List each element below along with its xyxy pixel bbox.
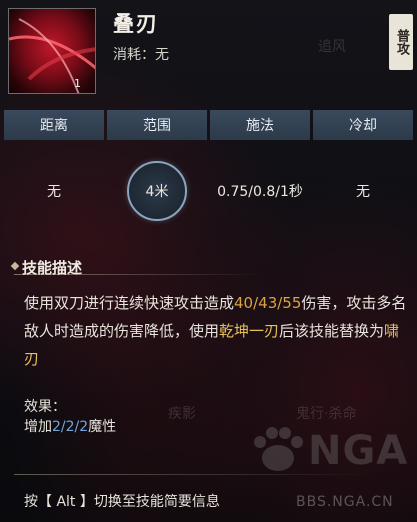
stat-value-cast: 0.75/0.8/1秒 (217, 184, 303, 200)
nga-watermark-logo: NGA (308, 428, 409, 474)
stat-header-range: 范围 (107, 110, 207, 140)
alt-switch-hint: 按【 Alt 】切换至技能简要信息 (24, 494, 220, 510)
stat-value-distance: 无 (47, 184, 61, 200)
stat-value-range: 4米 (145, 184, 169, 200)
linked-skill-name: 乾坤一刃 (219, 322, 280, 340)
effect-line: 增加2/2/2魔性 (24, 416, 116, 436)
double-blade-slash-icon: 1 (8, 8, 96, 94)
stat-header-cooldown: 冷却 (313, 110, 413, 140)
desc-text: 后该技能替换为 (279, 322, 385, 340)
skill-name: 叠刃 (113, 12, 159, 36)
stat-value-row: 无 4米 0.75/0.8/1秒 无 (4, 146, 413, 236)
nga-watermark-url: BBS.NGA.CN (296, 494, 394, 510)
skill-type-badge: 普攻 (389, 14, 413, 70)
background-watermark-text: 疾影 (168, 406, 196, 422)
background-watermark-text: 追风 (318, 39, 346, 55)
effect-value: 2/2/2 (52, 419, 89, 435)
background-watermark-text: 鬼行·杀命 (296, 406, 357, 422)
cost-value: 无 (155, 47, 169, 63)
effect-suffix: 魔性 (88, 419, 117, 435)
footer-divider (14, 474, 374, 475)
skill-tooltip: 1 叠刃 消耗：无 追风 疾影 鬼行·杀命 普攻 距离 范围 施法 冷却 无 4… (0, 0, 417, 522)
skill-description: 使用双刀进行连续快速攻击造成40/43/55伤害，攻击多名敌人时造成的伤害降低，… (24, 289, 410, 373)
effect-prefix: 增加 (24, 419, 52, 435)
range-ring-icon: 4米 (127, 161, 187, 221)
stat-value-range-cell: 4米 (107, 146, 207, 236)
desc-text: 使用双刀进行连续快速攻击造成 (24, 294, 235, 312)
stat-header-row: 距离 范围 施法 冷却 (4, 110, 413, 140)
icon-count: 1 (74, 77, 81, 90)
stat-header-cast: 施法 (210, 110, 310, 140)
stat-header-distance: 距离 (4, 110, 104, 140)
stat-value-cooldown: 无 (356, 184, 370, 200)
cost-label: 消耗： (113, 47, 155, 63)
skill-cost: 消耗：无 (113, 44, 169, 64)
damage-number: 40/43/55 (234, 294, 302, 312)
section-diamond-icon (10, 261, 20, 271)
effect-label: 效果： (24, 399, 66, 415)
nga-paw-logo-icon (254, 427, 303, 471)
section-divider (14, 274, 264, 275)
